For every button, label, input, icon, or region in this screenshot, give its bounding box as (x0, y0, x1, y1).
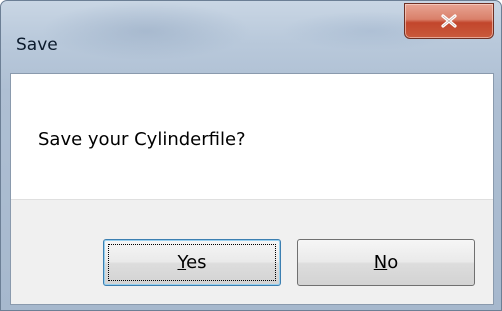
yes-button[interactable]: Yes (103, 239, 281, 286)
yes-mnemonic: Y (177, 252, 187, 273)
yes-button-label: Yes (177, 252, 206, 273)
title-bar[interactable]: Save (1, 1, 501, 73)
dialog-content-area: Save your Cylinderfile? Yes No (10, 73, 494, 305)
close-x-icon (441, 14, 457, 28)
close-button[interactable] (404, 3, 494, 39)
window-title: Save (16, 35, 58, 55)
button-bar: Yes No (11, 199, 493, 304)
dialog-message: Save your Cylinderfile? (38, 129, 246, 150)
no-button-label: No (374, 252, 398, 273)
save-dialog-window: Save Save your Cylinderfile? Yes No (0, 0, 502, 311)
yes-label-rest: es (186, 252, 207, 273)
no-label-rest: o (387, 252, 399, 273)
no-button[interactable]: No (297, 239, 475, 286)
no-mnemonic: N (373, 252, 388, 273)
